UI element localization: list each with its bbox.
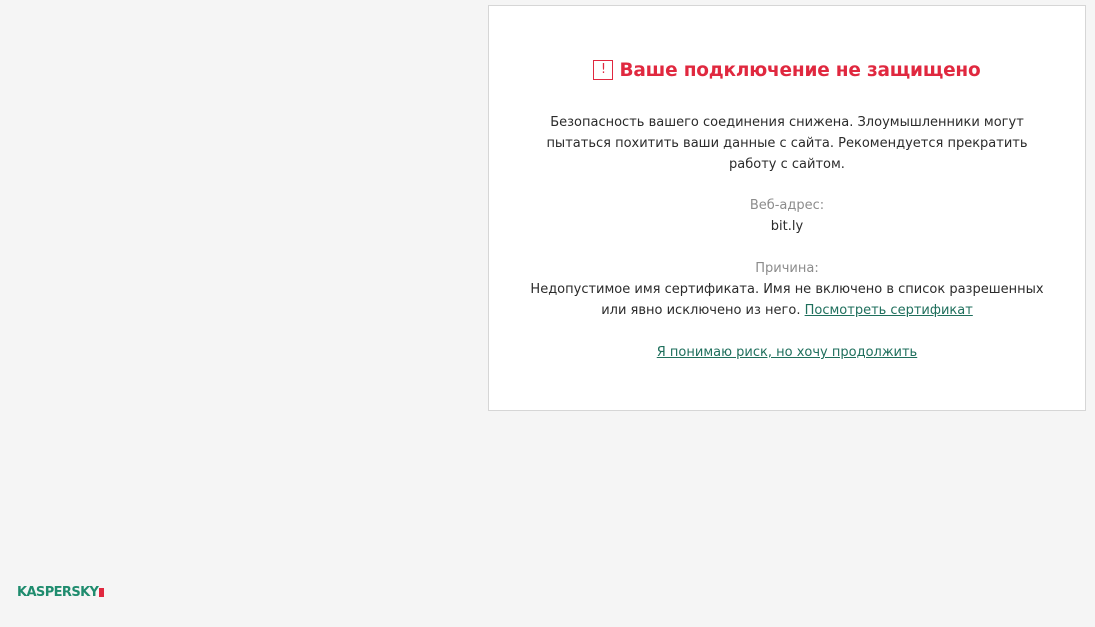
page: ! Ваше подключение не защищено Безопасно… — [0, 0, 1095, 627]
kaspersky-logo: KASPERSKY — [17, 585, 105, 600]
proceed-link[interactable]: Я понимаю риск, но хочу продолжить — [657, 345, 917, 360]
warning-description: Безопасность вашего соединения снижена. … — [546, 115, 1028, 172]
logo-lab-mark — [99, 588, 105, 597]
view-certificate-link[interactable]: Посмотреть сертификат — [805, 303, 973, 318]
reason-label: Причина: — [755, 261, 819, 276]
reason-block: Недопустимое имя сертификата. Имя не вкл… — [529, 279, 1045, 321]
page-title: Ваше подключение не защищено — [619, 60, 981, 81]
warning-card: ! Ваше подключение не защищено Безопасно… — [488, 5, 1086, 411]
exclamation-icon: ! — [593, 59, 614, 80]
logo-text: KASPERSKY — [17, 585, 99, 600]
url-value: bit.ly — [770, 219, 804, 234]
proceed-block: Я понимаю риск, но хочу продолжить — [529, 342, 1045, 363]
title-row: ! Ваше подключение не защищено — [489, 59, 1085, 81]
url-label: Веб-адрес: — [749, 198, 825, 213]
